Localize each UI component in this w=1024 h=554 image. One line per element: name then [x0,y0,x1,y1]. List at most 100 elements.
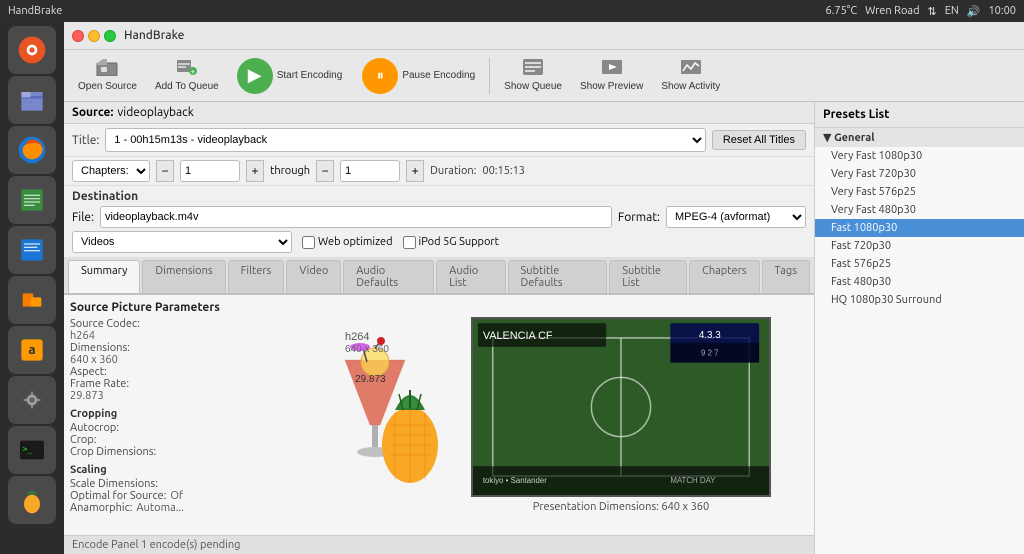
svg-text:VALENCIA CF: VALENCIA CF [483,330,553,342]
tab-dimensions[interactable]: Dimensions [142,260,225,293]
presets-list: ▼ GeneralVery Fast 1080p30Very Fast 720p… [815,128,1024,309]
source-label: Source: [72,106,113,119]
tab-tags[interactable]: Tags [762,260,810,293]
tab-content: Source Picture Parameters Source Codec: … [64,295,814,535]
dimensions-value: 640 x 360 [70,354,118,366]
svg-text:+: + [190,68,195,77]
autocrop-label: Autocrop: [70,422,119,434]
chapters-row: Chapters: − + through − + Duration: 00:1… [64,157,814,186]
chapters-to-dec[interactable]: − [316,160,334,182]
dock-item-firefox[interactable] [8,126,56,174]
show-queue-button[interactable]: Show Queue [496,54,570,98]
reset-all-titles-button[interactable]: Reset All Titles [712,130,806,150]
scaling-title: Scaling [70,464,250,476]
chapters-from-dec[interactable]: − [156,160,174,182]
folder-select[interactable]: Videos [72,231,292,253]
toolbar-sep [489,58,490,94]
web-optimized-label[interactable]: Web optimized [302,236,393,249]
dock-item-terminal[interactable]: >_ [8,426,56,474]
preset-item-fast-576p25[interactable]: Fast 576p25 [815,255,1024,273]
toolbar: Open Source + Add To Queue ▶ Start Encod… [64,50,1024,102]
tab-subtitle_defaults[interactable]: Subtitle Defaults [508,260,608,293]
tab-summary[interactable]: Summary [68,260,140,293]
svg-text:MATCH DAY: MATCH DAY [670,476,716,485]
tab-audio_defaults[interactable]: Audio Defaults [343,260,434,293]
soccer-field-svg: VALENCIA CF 4.3.3 9 2 7 tokiyo • [473,317,769,497]
destination-file-row: File: Format: MPEG-4 (avformat) [72,206,806,228]
presets-group-general[interactable]: ▼ General [815,128,1024,147]
pause-icon: ⏸ [362,58,398,94]
ipod-support-label[interactable]: iPod 5G Support [403,236,499,249]
preset-item-hq-1080p30-surround[interactable]: HQ 1080p30 Surround [815,291,1024,309]
web-optimized-checkbox[interactable] [302,236,315,249]
preset-item-very-fast-1080p30[interactable]: Very Fast 1080p30 [815,147,1024,165]
format-select[interactable]: MPEG-4 (avformat) [666,206,806,228]
chapters-from-inc[interactable]: + [246,160,264,182]
tab-subtitle_list[interactable]: Subtitle List [609,260,687,293]
cocktail-svg: h264 640 x 360 29.873 [295,320,455,510]
encoding-group: ▶ Start Encoding ⏸ Pause Encoding [229,54,483,98]
maximize-button[interactable] [104,30,116,42]
preset-item-fast-1080p30[interactable]: Fast 1080p30 [815,219,1024,237]
presets-title: Presets List [815,102,1024,128]
anamorphic-value: Automa... [136,502,183,514]
preset-item-very-fast-480p30[interactable]: Very Fast 480p30 [815,201,1024,219]
tab-chapters[interactable]: Chapters [689,260,759,293]
tab-video[interactable]: Video [286,260,341,293]
add-to-queue-button[interactable]: + Add To Queue [147,54,227,98]
time-label: 10:00 [988,5,1016,17]
anamorphic-label: Anamorphic: [70,502,132,514]
preset-item-fast-480p30[interactable]: Fast 480p30 [815,273,1024,291]
chapters-from-input[interactable] [180,160,240,182]
pause-encoding-label: Pause Encoding [402,70,475,82]
chapters-select[interactable]: Chapters: [72,160,150,182]
close-button[interactable] [72,30,84,42]
dock-item-pineapple[interactable] [8,476,56,524]
svg-text:>_: >_ [23,444,33,453]
file-label: File: [72,211,94,224]
dock-item-writer[interactable] [8,226,56,274]
preview-area: h264 640 x 360 29.873 [258,301,808,529]
dock-item-files[interactable] [8,76,56,124]
destination-options-row: Videos Web optimized iPod 5G Support [72,231,806,253]
preset-item-very-fast-576p25[interactable]: Very Fast 576p25 [815,183,1024,201]
pause-encoding-button[interactable]: ⏸ Pause Encoding [354,54,483,98]
status-bar: Encode Panel 1 encode(s) pending [64,535,814,554]
tab-filters[interactable]: Filters [228,260,285,293]
preset-item-very-fast-720p30[interactable]: Very Fast 720p30 [815,165,1024,183]
presets-panel: Presets List ▼ GeneralVery Fast 1080p30V… [814,102,1024,554]
ipod-support-checkbox[interactable] [403,236,416,249]
show-preview-button[interactable]: Show Preview [572,54,651,98]
dock-item-amazon[interactable]: a [8,326,56,374]
chapters-to-inc[interactable]: + [406,160,424,182]
web-optimized-text: Web optimized [318,236,393,248]
open-source-button[interactable]: Open Source [70,54,145,98]
svg-text:29.873: 29.873 [355,374,386,385]
chapters-to-input[interactable] [340,160,400,182]
network-icon: ⇅ [928,5,937,18]
dock-item-extension[interactable] [8,276,56,324]
system-bar-right: 6.75°C Wren Road ⇅ EN 🔊 10:00 [825,5,1016,18]
add-queue-icon: + [176,58,198,79]
show-activity-button[interactable]: Show Activity [653,54,728,98]
dock-item-ubuntu[interactable] [8,26,56,74]
minimize-button[interactable] [88,30,100,42]
content-area: Source: videoplayback Title: 1 - 00h15m1… [64,102,1024,554]
crop-dims-label: Crop Dimensions: [70,446,156,458]
destination-section: Destination File: Format: MPEG-4 (avform… [64,186,814,258]
show-preview-icon [601,58,623,79]
volume-icon: 🔊 [967,5,981,18]
source-codec-value: h264 [70,330,95,342]
source-params-title: Source Picture Parameters [70,301,250,314]
cocktail-preview: h264 640 x 360 29.873 [295,320,455,513]
window-title: HandBrake [124,29,184,42]
preset-item-fast-720p30[interactable]: Fast 720p30 [815,237,1024,255]
tab-audio_list[interactable]: Audio List [436,260,505,293]
start-encoding-button[interactable]: ▶ Start Encoding [229,54,351,98]
title-select[interactable]: 1 - 00h15m13s - videoplayback [105,128,706,152]
dock-item-spreadsheet[interactable] [8,176,56,224]
open-source-label: Open Source [78,81,137,93]
file-input[interactable] [100,206,612,228]
svg-text:640 x 360: 640 x 360 [345,344,389,355]
dock-item-settings[interactable] [8,376,56,424]
